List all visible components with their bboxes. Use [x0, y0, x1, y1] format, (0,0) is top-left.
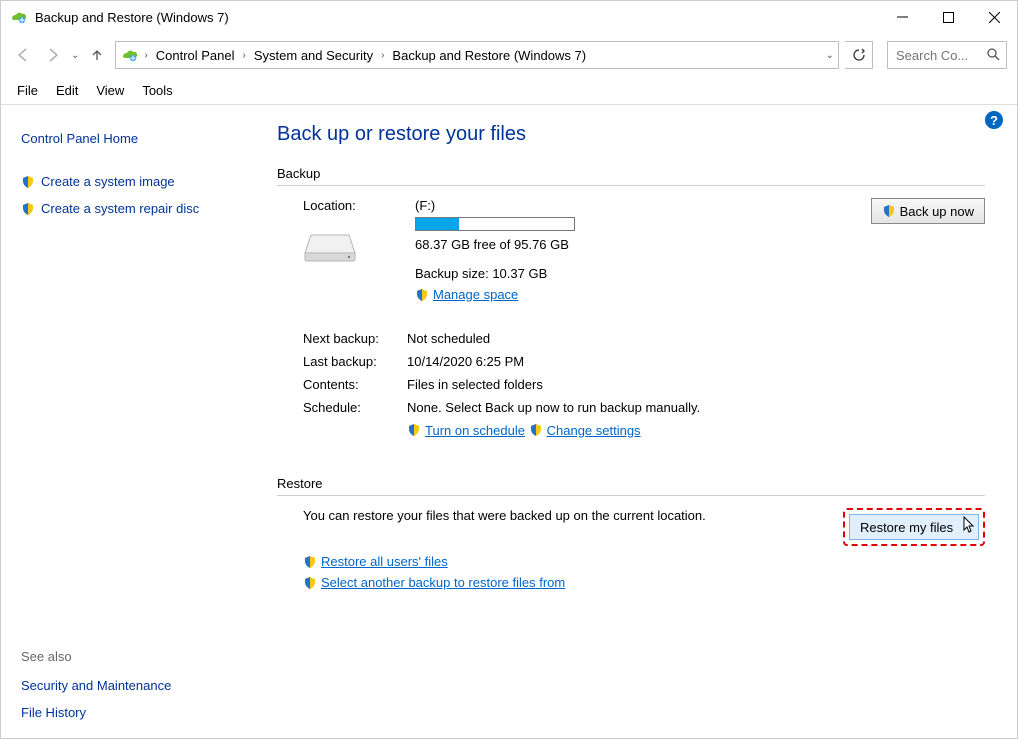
window-title: Backup and Restore (Windows 7) — [35, 10, 879, 25]
disk-usage-bar — [415, 217, 575, 231]
manage-space-link[interactable]: Manage space — [433, 287, 518, 302]
page-title: Back up or restore your files — [277, 123, 985, 146]
sidebar-create-repair-disc[interactable]: Create a system repair disc — [41, 201, 199, 216]
menu-view[interactable]: View — [88, 79, 132, 102]
restore-section: Restore You can restore your files that … — [277, 476, 985, 590]
last-backup-label: Last backup: — [277, 354, 407, 369]
menu-tools[interactable]: Tools — [134, 79, 180, 102]
address-bar[interactable]: › Control Panel › System and Security › … — [115, 41, 839, 69]
restore-my-files-label: Restore my files — [860, 520, 953, 535]
recent-locations-button[interactable]: ⌄ — [71, 50, 79, 61]
shield-icon — [21, 175, 35, 189]
help-icon[interactable]: ? — [985, 111, 1003, 129]
schedule-value: None. Select Back up now to run backup m… — [407, 400, 985, 415]
sidebar-security-maintenance[interactable]: Security and Maintenance — [21, 678, 171, 693]
address-row: ⌄ › Control Panel › System and Security … — [1, 33, 1017, 77]
contents-label: Contents: — [277, 377, 407, 392]
search-box[interactable] — [887, 41, 1007, 69]
restore-my-files-button[interactable]: Restore my files — [849, 514, 979, 540]
main-panel: ? Back up or restore your files Backup L… — [261, 105, 1017, 738]
shield-icon — [882, 204, 896, 218]
title-bar: Backup and Restore (Windows 7) — [1, 1, 1017, 33]
location-value: (F:) — [415, 198, 817, 213]
shield-icon — [415, 288, 429, 302]
refresh-button[interactable] — [845, 41, 873, 69]
up-button[interactable] — [85, 43, 109, 67]
backup-section-heading: Backup — [277, 166, 985, 186]
content-area: Control Panel Home Create a system image… — [1, 105, 1017, 738]
chevron-right-icon[interactable]: › — [379, 50, 386, 61]
free-space-text: 68.37 GB free of 95.76 GB — [415, 237, 817, 252]
search-icon[interactable] — [986, 47, 1000, 64]
backup-now-button[interactable]: Back up now — [871, 198, 985, 224]
forward-button[interactable] — [41, 43, 65, 67]
shield-icon — [407, 423, 421, 437]
next-backup-value: Not scheduled — [407, 331, 985, 346]
app-icon — [9, 7, 29, 27]
menu-edit[interactable]: Edit — [48, 79, 86, 102]
backup-size-text: Backup size: 10.37 GB — [415, 266, 817, 281]
schedule-label: Schedule: — [277, 400, 407, 441]
sidebar-create-system-image[interactable]: Create a system image — [41, 174, 175, 189]
search-input[interactable] — [894, 47, 974, 64]
breadcrumb-control-panel[interactable]: Control Panel — [150, 46, 241, 65]
close-button[interactable] — [971, 1, 1017, 33]
backup-schedule-grid: Next backup: Not scheduled Last backup: … — [277, 331, 985, 441]
backup-now-label: Back up now — [900, 204, 974, 219]
next-backup-label: Next backup: — [277, 331, 407, 346]
chevron-right-icon[interactable]: › — [142, 50, 149, 61]
change-settings-link[interactable]: Change settings — [547, 423, 641, 438]
sidebar: Control Panel Home Create a system image… — [1, 105, 261, 738]
restore-section-heading: Restore — [277, 476, 985, 496]
chevron-right-icon[interactable]: › — [241, 50, 248, 61]
contents-value: Files in selected folders — [407, 377, 985, 392]
last-backup-value: 10/14/2020 6:25 PM — [407, 354, 985, 369]
menu-file[interactable]: File — [9, 79, 46, 102]
sidebar-file-history[interactable]: File History — [21, 705, 86, 720]
minimize-button[interactable] — [879, 1, 925, 33]
restore-description: You can restore your files that were bac… — [277, 508, 706, 523]
shield-icon — [529, 423, 543, 437]
window-controls — [879, 1, 1017, 33]
back-button[interactable] — [11, 43, 35, 67]
shield-icon — [303, 555, 317, 569]
shield-icon — [21, 202, 35, 216]
turn-on-schedule-link[interactable]: Turn on schedule — [425, 423, 525, 438]
sidebar-control-panel-home[interactable]: Control Panel Home — [21, 131, 138, 146]
breadcrumb-system-security[interactable]: System and Security — [248, 46, 379, 65]
maximize-button[interactable] — [925, 1, 971, 33]
drive-icon — [303, 231, 357, 265]
select-another-backup-link[interactable]: Select another backup to restore files f… — [321, 575, 565, 590]
shield-icon — [303, 576, 317, 590]
breadcrumb-backup-restore[interactable]: Backup and Restore (Windows 7) — [386, 46, 592, 65]
address-dropdown-button[interactable]: ⌄ — [826, 50, 834, 61]
restore-button-highlight: Restore my files — [843, 508, 985, 546]
menu-bar: File Edit View Tools — [1, 77, 1017, 105]
backup-location-grid: Location: (F:) 68.37 GB free of 95.76 GB… — [277, 198, 985, 305]
location-label: Location: — [277, 198, 407, 213]
address-icon — [120, 45, 140, 65]
see-also-heading: See also — [21, 649, 253, 664]
restore-all-users-link[interactable]: Restore all users' files — [321, 554, 448, 569]
